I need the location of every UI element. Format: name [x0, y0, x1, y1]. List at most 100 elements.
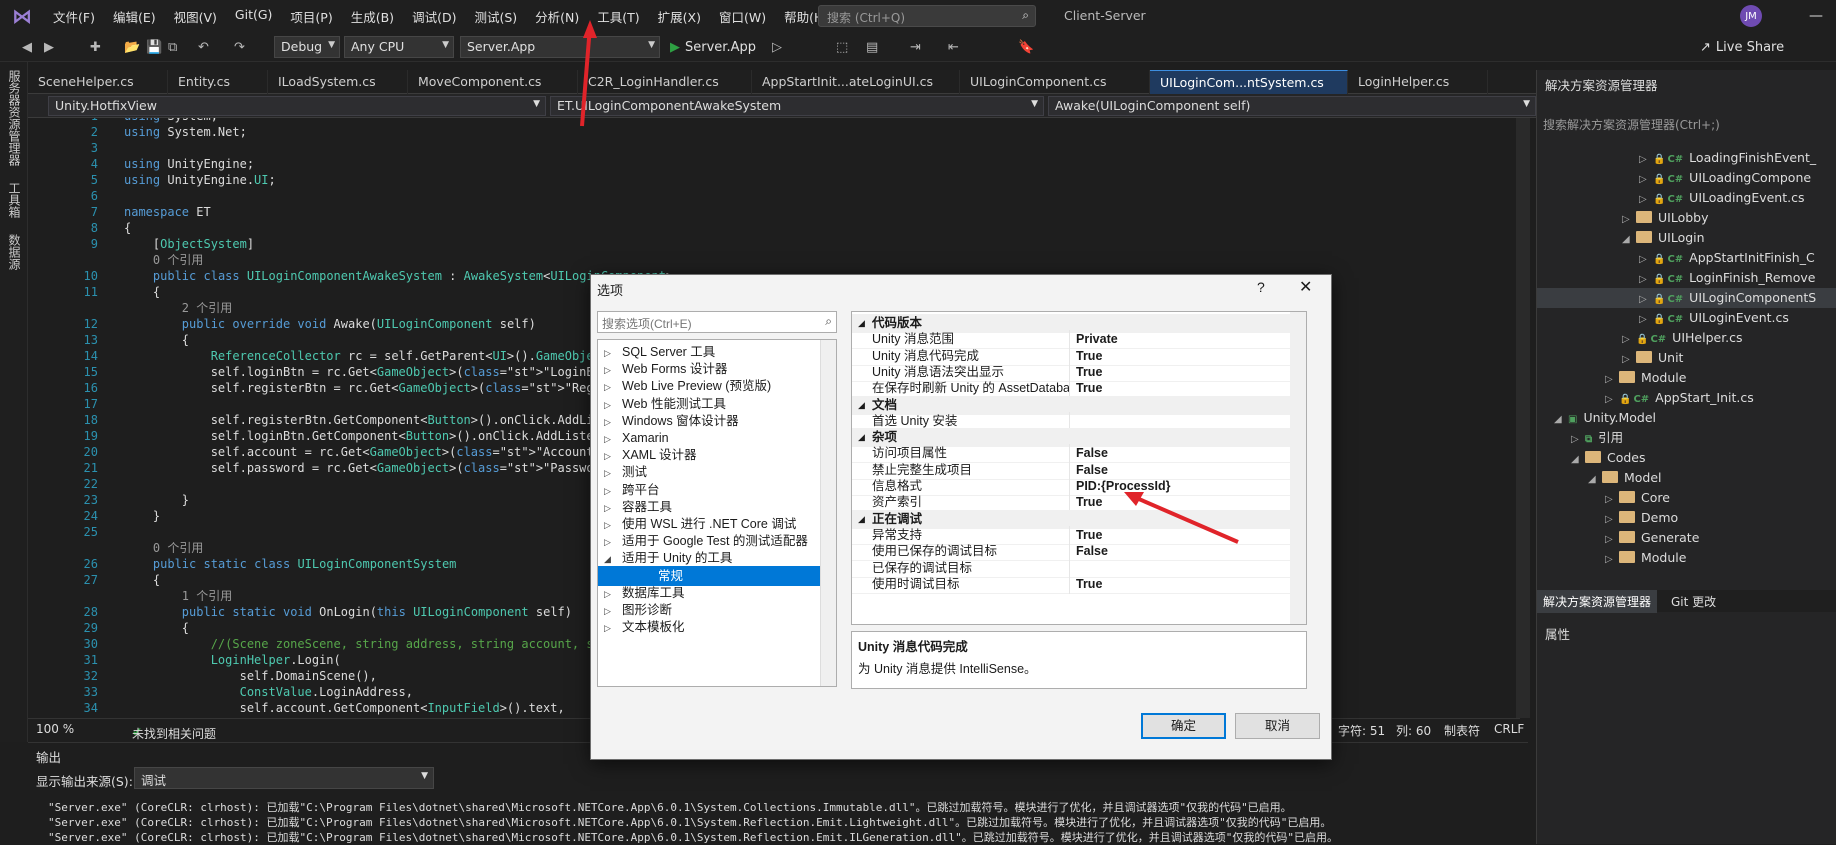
expand-icon[interactable]: ▷ [1639, 170, 1653, 190]
expand-icon[interactable]: ▷ [1639, 150, 1653, 170]
new-item-icon[interactable]: ✚ [90, 37, 101, 57]
expand-icon[interactable]: ▷ [1571, 430, 1585, 450]
expand-icon[interactable]: ▷ [1622, 210, 1636, 230]
expand-icon[interactable]: ▷ [1605, 510, 1619, 530]
type-nav-select[interactable]: ET.UILoginComponentAwakeSystem ▼ [550, 96, 1044, 116]
project-nav-select[interactable]: Unity.HotfixView ▼ [48, 96, 546, 116]
menu-item[interactable]: 测试(S) [465, 7, 526, 26]
expand-icon[interactable]: ◢ [1622, 230, 1636, 250]
options-tree-scrollbar[interactable] [820, 340, 836, 686]
window-control-icon[interactable]: — [1796, 0, 1836, 32]
run-button[interactable]: ▶ Server.App [670, 37, 756, 57]
property-value[interactable]: True [1076, 575, 1102, 594]
tab-mode[interactable]: 制表符 [1444, 722, 1480, 739]
config-select[interactable]: Debug ▼ [274, 36, 340, 58]
expand-icon[interactable]: ◢ [1554, 410, 1568, 430]
solution-tree-item[interactable]: ▷ Generate [1537, 528, 1836, 548]
expand-icon[interactable]: ▷ [1639, 310, 1653, 330]
tab-git-changes[interactable]: Git 更改 [1665, 590, 1722, 613]
solution-tree-item[interactable]: ◢ ▣ Unity.Model [1537, 408, 1836, 428]
data-sources-tab[interactable]: 数据源 [0, 226, 29, 278]
search-input[interactable]: 搜索 (Ctrl+Q) ⌕ [818, 5, 1036, 27]
bookmark-icon[interactable]: 🔖 [1018, 37, 1034, 57]
menu-item[interactable]: 工具(T) [588, 7, 648, 26]
solution-tree-item[interactable]: ▷ 🔒 C# AppStartInitFinish_C [1537, 248, 1836, 268]
menu-item[interactable]: 调试(D) [403, 7, 465, 26]
menu-item[interactable]: 分析(N) [526, 7, 588, 26]
expand-icon[interactable]: ▷ [1639, 190, 1653, 210]
expand-icon[interactable]: ▷ [1639, 270, 1653, 290]
toolbox-tab[interactable]: 工具箱 [0, 174, 29, 226]
document-tab[interactable]: MoveComponent.cs [408, 70, 578, 94]
tab-solution-explorer[interactable]: 解决方案资源管理器 [1537, 590, 1658, 613]
menu-item[interactable]: 窗口(W) [710, 7, 775, 26]
document-tab[interactable]: SceneHelper.cs [28, 70, 168, 94]
editor-scrollbar[interactable] [1516, 118, 1530, 718]
platform-select[interactable]: Any CPU ▼ [344, 36, 454, 58]
open-file-icon[interactable]: 📂 [124, 37, 140, 57]
solution-tree-item[interactable]: ▷ UILobby [1537, 208, 1836, 228]
solution-tree-item[interactable]: ▷ ⧉ 引用 [1537, 428, 1836, 448]
expand-icon[interactable]: ▷ [1605, 370, 1619, 390]
server-explorer-tab[interactable]: 服务器资源管理器 [0, 62, 29, 174]
document-tab[interactable]: ILoadSystem.cs [268, 70, 408, 94]
solution-tree-item[interactable]: ▷ 🔒 C# UIHelper.cs [1537, 328, 1836, 348]
menu-item[interactable]: Git(G) [226, 7, 282, 26]
close-icon[interactable]: ✕ [1299, 277, 1312, 297]
solution-tree-item[interactable]: ▷ 🔒 C# LoadingFinishEvent_ [1537, 148, 1836, 168]
expand-icon[interactable]: ▷ [1622, 330, 1636, 350]
expand-icon[interactable]: ▷ [1605, 390, 1619, 410]
cancel-button[interactable]: 取消 [1235, 713, 1320, 739]
output-source-select[interactable]: 调试 ▼ [134, 767, 434, 789]
solution-tree-item[interactable]: ▷ Core [1537, 488, 1836, 508]
solution-tree-item[interactable]: ▷ Module [1537, 368, 1836, 388]
document-tab[interactable]: AppStartInit...ateLoginUI.cs [752, 70, 960, 94]
back-icon[interactable]: ◀ [22, 37, 32, 57]
property-row[interactable]: 使用时调试目标 True [852, 574, 1290, 594]
toolbar-tool-icon[interactable]: ⇤ [948, 37, 959, 57]
solution-tree-item[interactable]: ▷ 🔒 C# AppStart_Init.cs [1537, 388, 1836, 408]
toolbar-tool-icon[interactable]: ⬚ [836, 37, 848, 57]
solution-search-input[interactable]: 搜索解决方案资源管理器(Ctrl+;) [1543, 116, 1823, 136]
zoom-level[interactable]: 100 % [36, 722, 74, 736]
start-without-debug-icon[interactable]: ▷ [772, 37, 782, 57]
options-tree-item[interactable]: ▷ 文本模板化 [598, 617, 820, 637]
solution-tree-item[interactable]: ◢ Codes [1537, 448, 1836, 468]
line-ending[interactable]: CRLF [1494, 722, 1524, 736]
solution-tree-item[interactable]: ▷ 🔒 C# LoginFinish_Remove [1537, 268, 1836, 288]
undo-icon[interactable]: ↶ [198, 37, 209, 57]
member-nav-select[interactable]: Awake(UILoginComponent self) ▼ [1048, 96, 1536, 116]
expand-icon[interactable]: ◢ [1571, 450, 1585, 470]
ok-button[interactable]: 确定 [1141, 713, 1226, 739]
solution-tree-item[interactable]: ◢ UILogin [1537, 228, 1836, 248]
expand-icon[interactable]: ▷ [1639, 290, 1653, 310]
save-all-icon[interactable]: ⧉ [168, 37, 177, 57]
expand-icon[interactable]: ◢ [1588, 470, 1602, 490]
solution-tree-item[interactable]: ▷ 🔒 C# UILoadingEvent.cs [1537, 188, 1836, 208]
expand-icon[interactable]: ▷ [1605, 550, 1619, 570]
expand-icon[interactable]: ▷ [1639, 250, 1653, 270]
solution-tree-item[interactable]: ▷ 🔒 C# UILoginComponentS [1537, 288, 1836, 308]
avatar[interactable]: JM [1740, 5, 1762, 27]
toolbar-tool-icon[interactable]: ⇥ [910, 37, 921, 57]
menu-item[interactable]: 项目(P) [281, 7, 341, 26]
solution-tree-item[interactable]: ◢ Model [1537, 468, 1836, 488]
menu-item[interactable]: 编辑(E) [104, 7, 165, 26]
menu-item[interactable]: 生成(B) [342, 7, 403, 26]
expand-icon[interactable]: ▷ [1622, 350, 1636, 370]
expand-icon[interactable]: ▷ [1605, 490, 1619, 510]
redo-icon[interactable]: ↷ [234, 37, 245, 57]
toolbar-tool-icon[interactable]: ▤ [866, 37, 878, 57]
menu-item[interactable]: 文件(F) [44, 7, 104, 26]
solution-tree-item[interactable]: ▷ 🔒 C# UILoadingCompone [1537, 168, 1836, 188]
solution-tree-item[interactable]: ▷ Module [1537, 548, 1836, 568]
solution-tree-item[interactable]: ▷ 🔒 C# UILoginEvent.cs [1537, 308, 1836, 328]
property-grid-scrollbar[interactable] [1290, 312, 1306, 624]
solution-tree-item[interactable]: ▷ Demo [1537, 508, 1836, 528]
document-tab[interactable]: LoginHelper.cs [1348, 70, 1488, 94]
document-tab[interactable]: C2R_LoginHandler.cs [578, 70, 752, 94]
menu-item[interactable]: 视图(V) [165, 7, 226, 26]
document-tab[interactable]: UILoginComponent.cs [960, 70, 1150, 94]
document-tab[interactable]: UILoginCom...ntSystem.cs [1150, 70, 1348, 94]
forward-icon[interactable]: ▶ [44, 37, 54, 57]
